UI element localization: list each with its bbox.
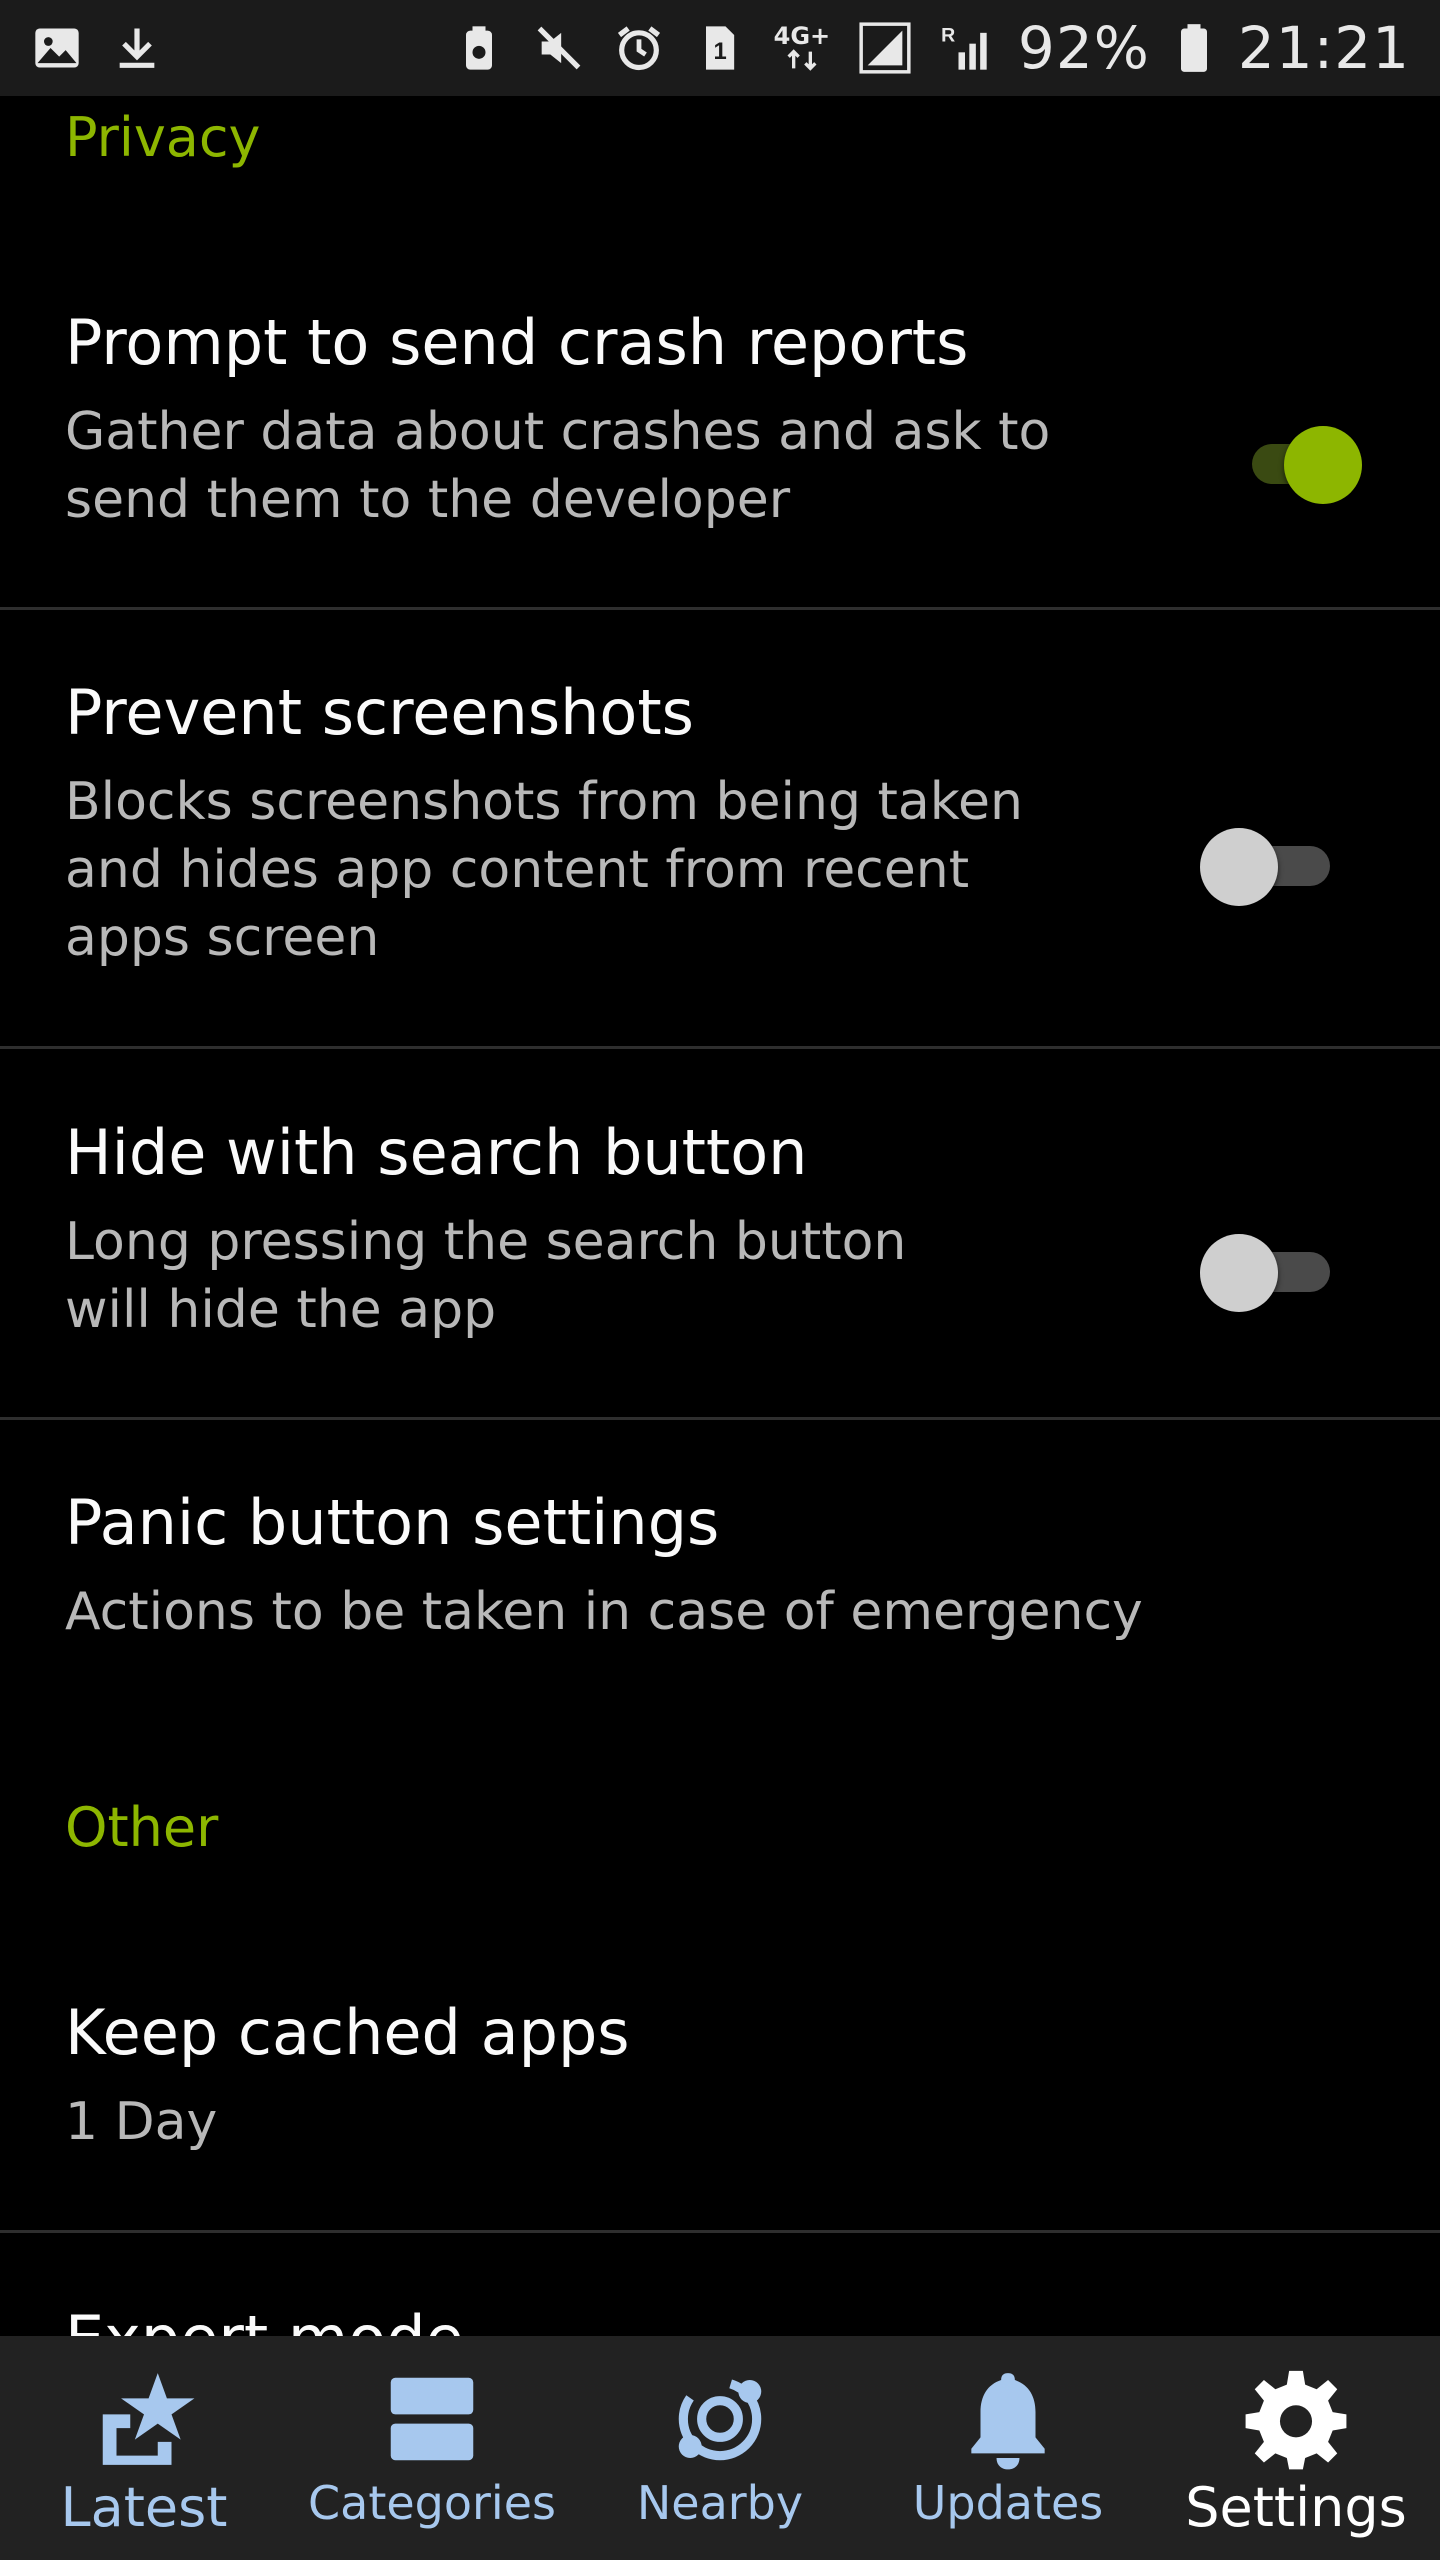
sim-icon: 1 (692, 21, 746, 75)
pref-hide-search-summary: Long pressing the search button will hid… (65, 1212, 907, 1340)
network-type-label: 4G+ (773, 22, 831, 50)
svg-text:R: R (941, 25, 955, 47)
data-arrows-icon: 4G+ (772, 21, 832, 75)
pref-crash-reports[interactable]: Prompt to send crash reports Gather data… (0, 296, 1440, 701)
pref-crash-reports-title: Prompt to send crash reports (65, 306, 969, 379)
nav-nearby[interactable]: Nearby (576, 2336, 864, 2560)
latest-star-icon (102, 2373, 195, 2465)
pref-expert-mode-title: Expert mode (65, 2302, 464, 2336)
hide-search-toggle[interactable] (1200, 1224, 1340, 1314)
nav-latest-label: Latest (60, 2476, 228, 2539)
pref-prevent-screenshots-title: Prevent screenshots (65, 676, 694, 749)
bell-icon (971, 2373, 1045, 2470)
settings-list[interactable]: Privacy Prompt to send crash reports Gat… (0, 96, 1440, 2336)
nav-categories[interactable]: Categories (288, 2336, 576, 2560)
status-bar: 1 4G+ R 92% 21:21 (0, 0, 1440, 96)
nav-updates[interactable]: Updates (864, 2336, 1152, 2560)
pref-hide-search-title: Hide with search button (65, 1116, 808, 1189)
categories-icon (390, 2377, 474, 2461)
toggle-thumb (1200, 1234, 1278, 1312)
pref-expert-mode[interactable]: Expert mode (0, 2292, 1440, 2336)
clock: 21:21 (1237, 14, 1410, 82)
nav-updates-label: Updates (912, 2476, 1104, 2530)
toggle-thumb (1200, 828, 1278, 906)
svg-text:1: 1 (713, 38, 726, 65)
download-icon (110, 21, 164, 75)
pref-prevent-screenshots-summary: Blocks screenshots from being taken and … (65, 772, 1023, 968)
crash-reports-toggle[interactable] (1222, 416, 1362, 506)
pref-panic-button-title: Panic button settings (65, 1486, 720, 1559)
nav-settings[interactable]: Settings (1152, 2336, 1440, 2560)
prevent-screenshots-toggle[interactable] (1200, 818, 1340, 908)
nav-categories-label: Categories (308, 2476, 556, 2530)
pref-hide-search[interactable]: Hide with search button Long pressing th… (0, 1106, 1440, 1466)
divider (0, 607, 1440, 610)
battery-percent: 92% (1017, 14, 1150, 82)
signal-roaming-icon: R (938, 21, 992, 75)
bottom-navigation: Latest Categories Nearby Updates Setting… (0, 2336, 1440, 2560)
gear-icon (1245, 2370, 1347, 2470)
mute-icon (532, 21, 586, 75)
battery-saver-icon (452, 21, 506, 75)
nav-nearby-label: Nearby (636, 2476, 804, 2530)
pref-prevent-screenshots[interactable]: Prevent screenshots Blocks screenshots f… (0, 666, 1440, 1136)
divider (0, 2230, 1440, 2233)
nearby-icon (678, 2377, 762, 2461)
signal-icon (858, 21, 912, 75)
image-icon (30, 21, 84, 75)
pref-panic-button-summary: Actions to be taken in case of emergency (65, 1582, 1143, 1642)
nav-settings-label: Settings (1185, 2476, 1407, 2539)
pref-keep-cached-apps-summary: 1 Day (65, 2092, 218, 2152)
pref-keep-cached-apps-title: Keep cached apps (65, 1996, 630, 2069)
pref-panic-button[interactable]: Panic button settings Actions to be take… (0, 1476, 1440, 1736)
battery-icon (1176, 21, 1212, 75)
toggle-thumb (1284, 426, 1362, 504)
section-header-privacy: Privacy (65, 106, 261, 169)
alarm-icon (612, 21, 666, 75)
pref-crash-reports-summary: Gather data about crashes and ask to sen… (65, 402, 1051, 530)
divider (0, 1417, 1440, 1420)
divider (0, 1046, 1440, 1049)
pref-keep-cached-apps[interactable]: Keep cached apps 1 Day (0, 1986, 1440, 2246)
section-header-other: Other (65, 1796, 219, 1859)
nav-latest[interactable]: Latest (0, 2336, 288, 2560)
app-screen: 1 4G+ R 92% 21:21 Privacy Prompt to send… (0, 0, 1440, 2560)
